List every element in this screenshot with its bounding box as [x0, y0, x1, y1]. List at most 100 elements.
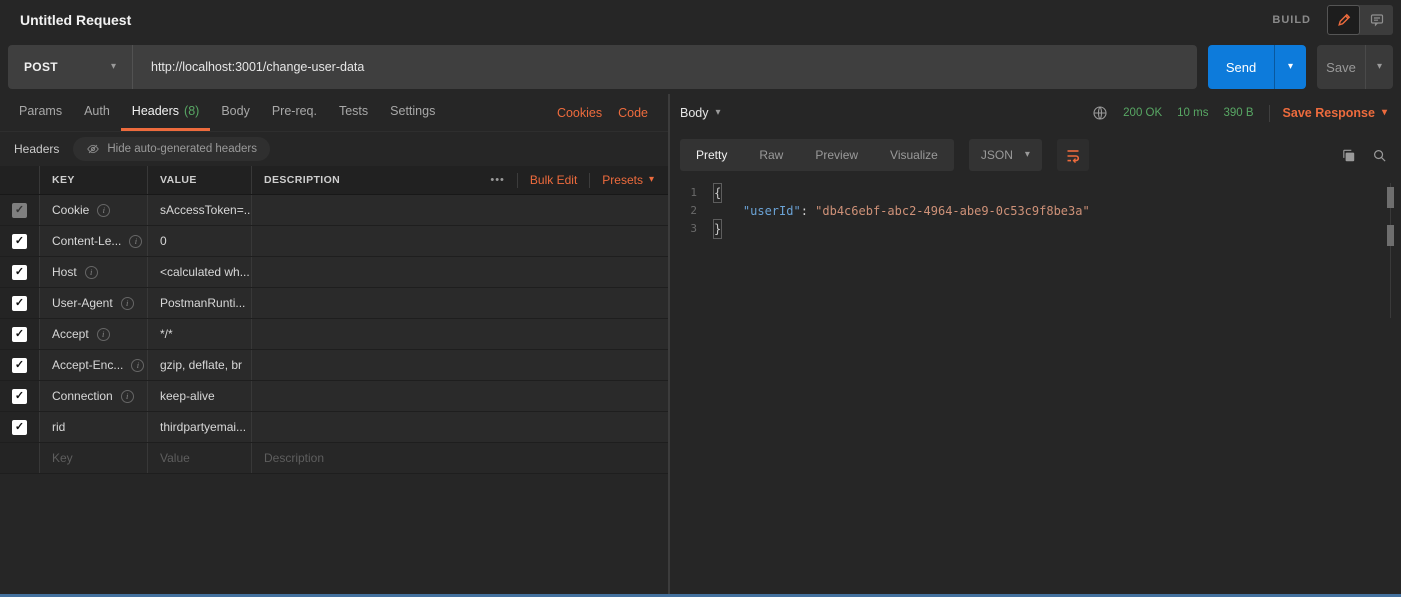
url-input[interactable]: http://localhost:3001/change-user-data: [133, 45, 1197, 89]
header-description[interactable]: [252, 319, 668, 349]
header-value[interactable]: sAccessToken=...: [160, 203, 252, 217]
method-dropdown[interactable]: POST ▾: [8, 45, 133, 89]
select-column-header: [0, 166, 40, 194]
hide-autogenerated-toggle[interactable]: Hide auto-generated headers: [73, 137, 270, 161]
presets-label: Presets: [602, 173, 643, 187]
comments-button[interactable]: [1360, 5, 1393, 35]
tab-headers[interactable]: Headers (8): [121, 94, 211, 131]
info-icon[interactable]: i: [121, 297, 134, 310]
response-time[interactable]: 10 ms: [1177, 107, 1208, 119]
header-row-content-length: ✓ Content-Le... i 0: [0, 226, 668, 257]
wrap-text-icon: [1065, 147, 1081, 163]
tab-settings[interactable]: Settings: [379, 94, 446, 131]
chevron-down-icon: ▾: [1025, 150, 1030, 160]
status-badge[interactable]: 200 OK: [1123, 107, 1162, 119]
tab-preview[interactable]: Preview: [799, 139, 874, 171]
response-body-dropdown[interactable]: Body ▾: [680, 106, 721, 120]
chevron-down-icon: ▾: [1377, 62, 1382, 72]
response-code-editor[interactable]: 1{ 2 "userId": "db4c6ebf-abc2-4964-abe9-…: [670, 177, 1401, 594]
send-button[interactable]: Send: [1208, 45, 1274, 89]
header-description[interactable]: [252, 381, 668, 411]
header-description[interactable]: [252, 350, 668, 380]
headers-section-title: Headers: [14, 142, 59, 156]
info-icon[interactable]: i: [121, 390, 134, 403]
header-value[interactable]: <calculated wh...: [160, 265, 250, 279]
code-line: 2 "userId": "db4c6ebf-abc2-4964-abe9-0c5…: [670, 202, 1401, 220]
header-description[interactable]: [252, 226, 668, 256]
tab-body[interactable]: Body: [210, 94, 261, 131]
header-value[interactable]: keep-alive: [160, 389, 215, 403]
header-value[interactable]: thirdpartyemai...: [160, 420, 246, 434]
cookies-link[interactable]: Cookies: [549, 94, 610, 131]
response-header: Body ▾ 200 OK 10 ms 390 B Save Response …: [670, 94, 1401, 132]
tab-tests[interactable]: Tests: [328, 94, 379, 131]
method-label: POST: [24, 60, 58, 74]
tab-params[interactable]: Params: [8, 94, 73, 131]
header-key[interactable]: Connection: [52, 389, 113, 403]
ruler-mark[interactable]: [1387, 225, 1394, 246]
header-value[interactable]: */*: [160, 327, 173, 341]
send-options-button[interactable]: ▾: [1274, 45, 1306, 89]
header-description[interactable]: [252, 195, 668, 225]
info-icon[interactable]: i: [131, 359, 144, 372]
presets-dropdown[interactable]: Presets ▾: [602, 173, 654, 187]
header-key[interactable]: User-Agent: [52, 296, 113, 310]
tab-auth-label: Auth: [84, 104, 110, 118]
divider: [589, 173, 590, 188]
indent: [714, 202, 743, 220]
row-checkbox[interactable]: ✓: [12, 358, 27, 373]
header-value[interactable]: gzip, deflate, br: [160, 358, 242, 372]
description-column-header: DESCRIPTION: [264, 174, 340, 186]
header-value[interactable]: PostmanRunti...: [160, 296, 245, 310]
row-checkbox[interactable]: ✓: [12, 296, 27, 311]
header-key[interactable]: Content-Le...: [52, 234, 121, 248]
response-size[interactable]: 390 B: [1223, 107, 1253, 119]
code-line: 3}: [670, 220, 1401, 238]
row-checkbox[interactable]: ✓: [12, 234, 27, 249]
format-dropdown[interactable]: JSON ▾: [969, 139, 1042, 171]
description-input-placeholder[interactable]: Description: [264, 451, 324, 465]
header-key[interactable]: Host: [52, 265, 77, 279]
more-options-icon[interactable]: •••: [490, 174, 505, 186]
row-checkbox[interactable]: ✓: [12, 203, 27, 218]
info-icon[interactable]: i: [97, 328, 110, 341]
save-options-button[interactable]: ▾: [1365, 45, 1393, 89]
tab-raw[interactable]: Raw: [743, 139, 799, 171]
tab-auth[interactable]: Auth: [73, 94, 121, 131]
ruler-mark[interactable]: [1387, 187, 1394, 208]
row-checkbox[interactable]: ✓: [12, 327, 27, 342]
row-checkbox[interactable]: ✓: [12, 389, 27, 404]
header-value[interactable]: 0: [160, 234, 167, 248]
value-input-placeholder[interactable]: Value: [160, 451, 190, 465]
divider: [1269, 105, 1270, 122]
copy-icon[interactable]: [1341, 148, 1356, 163]
network-globe-icon[interactable]: [1092, 105, 1108, 121]
info-icon[interactable]: i: [97, 204, 110, 217]
edit-mode-button[interactable]: [1327, 5, 1360, 35]
code-link[interactable]: Code: [610, 94, 656, 131]
header-key[interactable]: Accept: [52, 327, 89, 341]
info-icon[interactable]: i: [129, 235, 142, 248]
tab-visualize[interactable]: Visualize: [874, 139, 954, 171]
wrap-text-button[interactable]: [1057, 139, 1089, 171]
key-input-placeholder[interactable]: Key: [52, 451, 73, 465]
save-response-dropdown[interactable]: Save Response ▾: [1283, 106, 1387, 120]
header-description[interactable]: [252, 288, 668, 318]
headers-subheader: Headers Hide auto-generated headers: [0, 132, 668, 166]
info-icon[interactable]: i: [85, 266, 98, 279]
search-icon[interactable]: [1372, 148, 1387, 163]
tab-headers-label: Headers: [132, 104, 179, 118]
tab-prereq[interactable]: Pre-req.: [261, 94, 328, 131]
header-key[interactable]: Cookie: [52, 203, 89, 217]
header-description[interactable]: [252, 412, 668, 442]
mode-toggle-group: [1327, 5, 1393, 35]
header-description[interactable]: [252, 257, 668, 287]
save-button[interactable]: Save: [1317, 45, 1365, 89]
bulk-edit-link[interactable]: Bulk Edit: [530, 173, 577, 187]
tab-pretty[interactable]: Pretty: [680, 139, 743, 171]
hide-autogenerated-label: Hide auto-generated headers: [107, 143, 257, 155]
row-checkbox[interactable]: ✓: [12, 265, 27, 280]
row-checkbox[interactable]: ✓: [12, 420, 27, 435]
header-key[interactable]: Accept-Enc...: [52, 358, 123, 372]
header-key[interactable]: rid: [52, 420, 65, 434]
